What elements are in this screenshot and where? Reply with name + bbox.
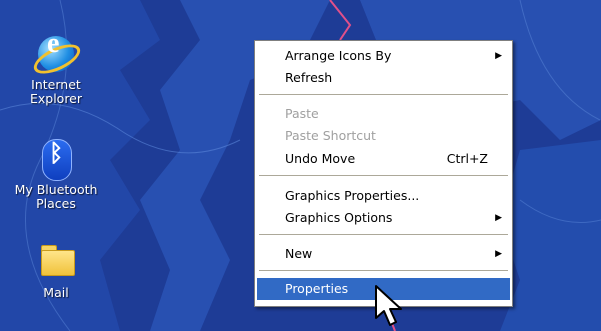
menu-item-arrange-icons-by[interactable]: Arrange Icons By ▶ <box>257 45 510 67</box>
menu-item-graphics-options[interactable]: Graphics Options ▶ <box>257 207 510 229</box>
desktop-context-menu: Arrange Icons By ▶ Refresh Paste Paste S… <box>254 40 513 307</box>
shortcut-label: Ctrl+Z <box>446 151 488 166</box>
menu-item-undo-move[interactable]: Undo Move Ctrl+Z <box>257 148 510 170</box>
desktop-icon-mail[interactable]: Mail <box>11 242 101 300</box>
menu-separator <box>259 94 508 95</box>
internet-explorer-icon: e <box>29 30 85 80</box>
desktop-icon-label: Internet Explorer <box>29 77 83 106</box>
menu-item-graphics-properties[interactable]: Graphics Properties... <box>257 185 510 207</box>
menu-separator <box>259 270 508 271</box>
submenu-arrow-icon: ▶ <box>495 51 502 61</box>
menu-item-new[interactable]: New ▶ <box>257 243 510 265</box>
mouse-pointer-icon <box>375 285 402 326</box>
menu-separator <box>259 175 508 176</box>
menu-item-refresh[interactable]: Refresh <box>257 67 510 89</box>
desktop-icon-label: My Bluetooth Places <box>14 182 98 211</box>
bluetooth-icon: ᛒ <box>36 139 76 181</box>
desktop-icon-label: Mail <box>43 285 69 300</box>
menu-item-paste-shortcut[interactable]: Paste Shortcut <box>257 125 510 147</box>
desktop-icon-internet-explorer[interactable]: e Internet Explorer <box>11 30 101 106</box>
menu-item-paste[interactable]: Paste <box>257 103 510 125</box>
desktop-icon-my-bluetooth-places[interactable]: ᛒ My Bluetooth Places <box>11 139 101 211</box>
folder-icon <box>36 242 76 282</box>
submenu-arrow-icon: ▶ <box>495 213 502 223</box>
menu-separator <box>259 234 508 235</box>
submenu-arrow-icon: ▶ <box>495 249 502 259</box>
